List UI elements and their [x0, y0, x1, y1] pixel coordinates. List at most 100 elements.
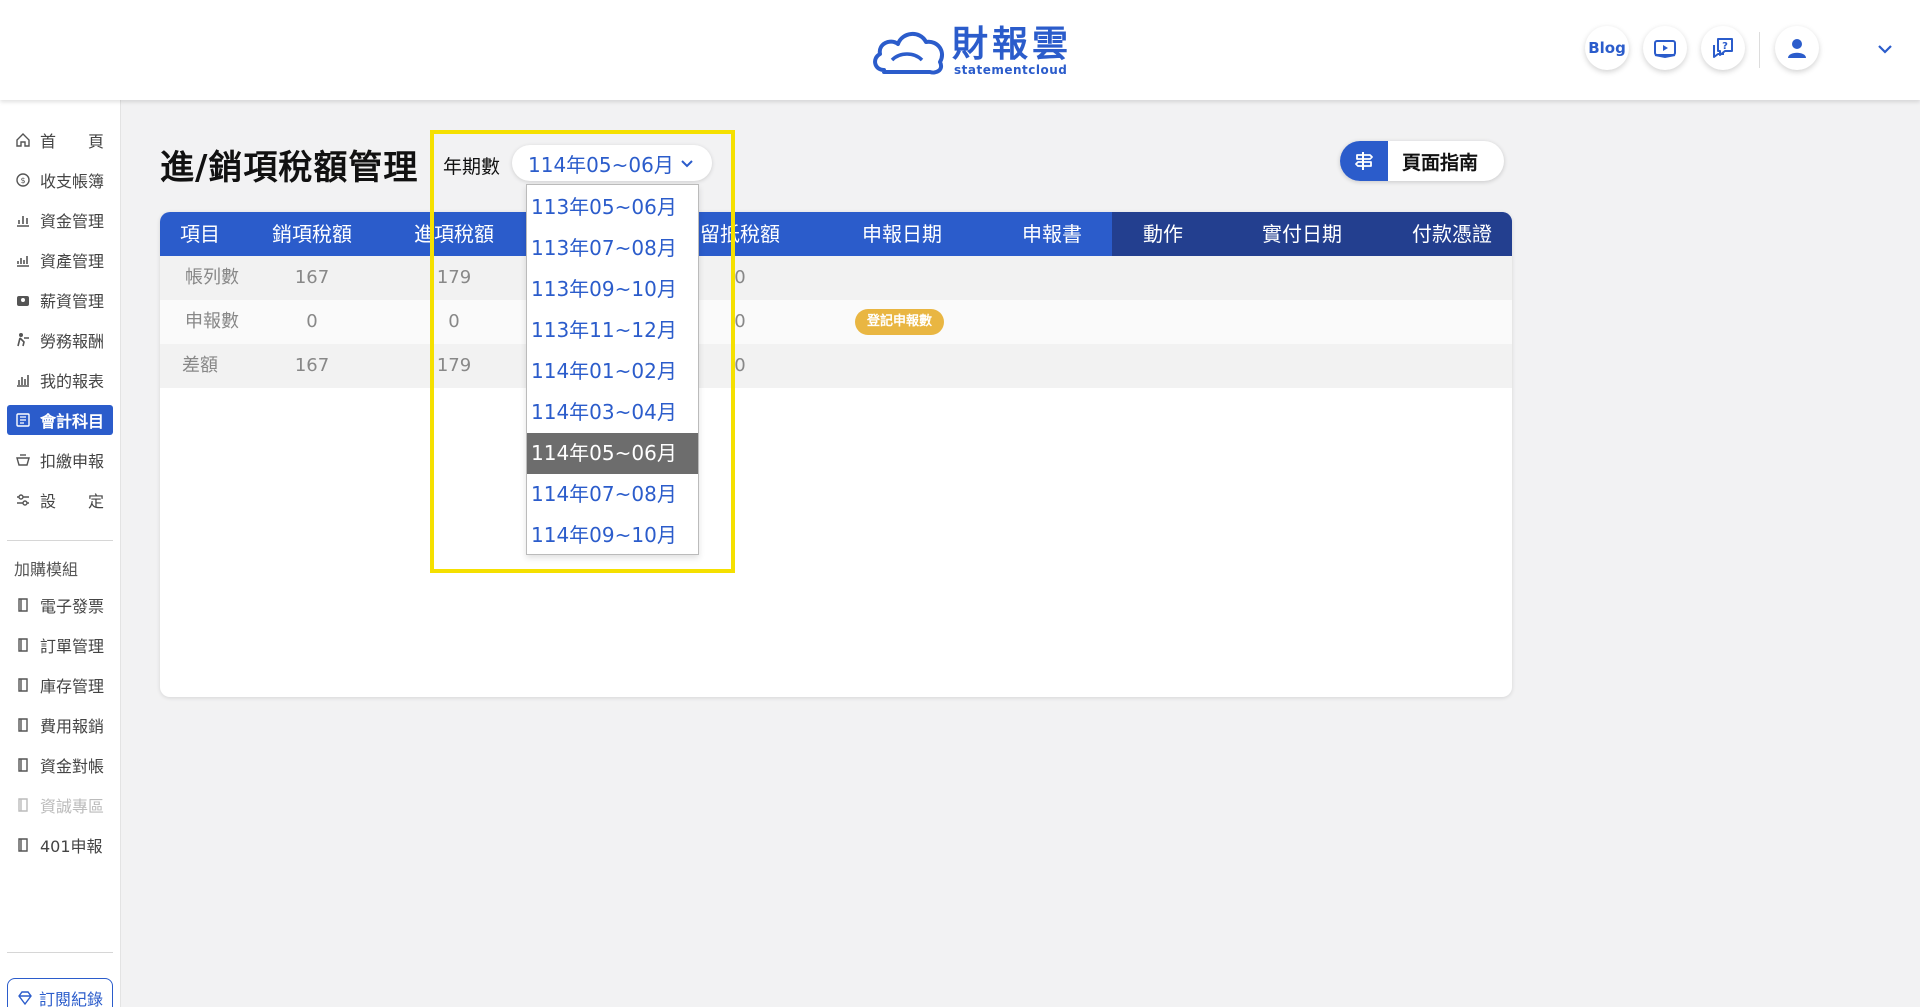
brand-subname: statementcloud: [954, 63, 1068, 77]
cell-input-tax: 0: [448, 311, 460, 332]
sidebar-item-pwc-zone: 資誠專區: [7, 790, 113, 820]
cell-sales-tax: 0: [306, 311, 318, 332]
sidebar-item-label: 勞務報酬: [40, 332, 105, 351]
sidebar-item-assets[interactable]: 資產管理: [7, 245, 113, 275]
col-header-input-tax: 進項稅額: [414, 222, 494, 246]
period-option[interactable]: 113年07~08月: [527, 228, 698, 269]
sidebar-item-label: 資產管理: [40, 252, 105, 271]
sidebar-item-einvoice[interactable]: 電子發票: [7, 590, 113, 620]
blog-button[interactable]: Blog: [1585, 26, 1629, 70]
sidebar-item-funds[interactable]: 資金管理: [7, 205, 113, 235]
sidebar-item-orders[interactable]: 訂單管理: [7, 630, 113, 660]
col-header-item: 項目: [180, 222, 220, 246]
sidebar-item-label: 扣繳申報: [40, 452, 105, 471]
col-header-filing-date: 申報日期: [862, 222, 942, 246]
sidebar-item-ledger[interactable]: $ 收支帳簿: [7, 165, 113, 195]
period-option-selected[interactable]: 114年05~06月: [527, 433, 698, 474]
sidebar-item-label: 費用報銷: [40, 717, 105, 736]
sidebar-item-label: 資金管理: [40, 212, 105, 231]
module-book-icon: [14, 756, 32, 774]
sidebar-item-inventory[interactable]: 庫存管理: [7, 670, 113, 700]
subscription-label: 訂閱紀錄: [38, 990, 103, 1007]
sidebar-item-labor[interactable]: 勞務報酬: [7, 325, 113, 355]
brand-name: 財報雲: [952, 24, 1073, 65]
col-header-sales-tax: 銷項稅額: [272, 222, 352, 246]
withholding-icon: [14, 451, 32, 469]
col-header-paid-date: 實付日期: [1262, 222, 1342, 246]
svg-text:?: ?: [1722, 41, 1728, 52]
sidebar-item-label: 收支帳簿: [40, 172, 105, 191]
table-row: 差額 167 179 0: [160, 344, 1512, 388]
sidebar-item-label: 訂單管理: [40, 637, 105, 656]
sidebar-item-label: 資誠專區: [40, 797, 105, 816]
module-book-icon: [14, 716, 32, 734]
period-option[interactable]: 114年07~08月: [527, 474, 698, 515]
table-row: 帳列數 167 179 0: [160, 256, 1512, 300]
period-label: 年期數: [443, 156, 501, 178]
col-header-action: 動作: [1143, 222, 1183, 246]
svg-text:$: $: [20, 176, 25, 185]
col-header-credit: 留抵稅額: [700, 222, 780, 246]
sidebar-item-accounts[interactable]: 會計科目: [7, 405, 113, 435]
cell-input-tax: 179: [436, 267, 472, 288]
chevron-down-icon[interactable]: [1874, 38, 1896, 60]
sidebar-item-reports[interactable]: 我的報表: [7, 365, 113, 395]
help-chat-icon: ?: [1713, 38, 1733, 58]
sidebar-item-expenses[interactable]: 費用報銷: [7, 710, 113, 740]
period-option[interactable]: 113年05~06月: [527, 187, 698, 228]
sliders-icon: [14, 491, 32, 509]
sidebar-item-reconciliation[interactable]: 資金對帳: [7, 750, 113, 780]
sidebar-item-withholding[interactable]: 扣繳申報: [7, 445, 113, 475]
period-select[interactable]: 114年05~06月: [512, 145, 712, 181]
chevron-down-icon: [681, 160, 693, 168]
period-option[interactable]: 114年09~10月: [527, 515, 698, 556]
sidebar-item-settings[interactable]: 設 定: [7, 485, 113, 515]
help-chat-button[interactable]: ?: [1701, 26, 1745, 70]
register-filing-button[interactable]: 登記申報數: [855, 309, 945, 335]
page-guide-label: 頁面指南: [1402, 151, 1479, 174]
sidebar-item-label: 401申報: [40, 837, 103, 856]
module-book-icon: [14, 596, 32, 614]
sidebar-item-home[interactable]: 首 頁: [7, 125, 113, 155]
sidebar-divider: [7, 952, 113, 953]
video-guide-button[interactable]: [1643, 26, 1687, 70]
video-book-icon: [1654, 40, 1676, 59]
sidebar-item-label: 設 定: [40, 492, 105, 511]
cell-item: 帳列數: [185, 267, 239, 288]
page-guide-button[interactable]: 頁面指南: [1340, 141, 1504, 181]
table-row: 申報數 0 0 0 登記申報數: [160, 300, 1512, 344]
user-avatar-button[interactable]: [1775, 26, 1819, 70]
sidebar-item-401-filing[interactable]: 401申報: [7, 830, 113, 860]
period-option[interactable]: 113年09~10月: [527, 269, 698, 310]
period-dropdown-list: 113年05~06月 113年07~08月 113年09~10月 113年11~…: [526, 184, 699, 555]
cell-credit: 0: [734, 355, 746, 376]
period-option[interactable]: 114年01~02月: [527, 351, 698, 392]
sidebar: 首 頁 $ 收支帳簿 資金管理 資產管理 薪資管理 勞務報酬 我的報表 會計科目…: [0, 100, 121, 1007]
addon-section-title: 加購模組: [14, 560, 79, 579]
sidebar-item-label: 薪資管理: [40, 292, 105, 311]
period-option[interactable]: 114年03~04月: [527, 392, 698, 433]
sidebar-item-label: 首 頁: [40, 132, 105, 151]
brand-logo[interactable]: 財報雲 statementcloud: [870, 24, 1072, 78]
funds-icon: [14, 211, 32, 229]
sidebar-item-payroll[interactable]: 薪資管理: [7, 285, 113, 315]
cell-credit: 0: [734, 267, 746, 288]
blog-label: Blog: [1588, 39, 1626, 57]
cell-sales-tax: 167: [294, 267, 330, 288]
cell-item: 差額: [182, 355, 218, 376]
cell-sales-tax: 167: [294, 355, 330, 376]
sidebar-item-label: 庫存管理: [40, 677, 105, 696]
diamond-icon: [18, 991, 32, 1006]
sidebar-divider: [7, 540, 113, 541]
user-icon: [1788, 39, 1806, 58]
subscription-records-button[interactable]: 訂閱紀錄: [7, 978, 113, 1007]
sidebar-item-label: 資金對帳: [40, 757, 105, 776]
payroll-icon: [14, 291, 32, 309]
period-option[interactable]: 113年11~12月: [527, 310, 698, 351]
table-header: 項目 銷項稅額 進項稅額 留抵稅額 申報日期 申報書 動作 實付日期 付款憑證: [160, 212, 1512, 256]
cloud-logo-icon: [873, 32, 945, 75]
module-book-icon: [14, 676, 32, 694]
sidebar-item-label: 我的報表: [40, 372, 105, 391]
module-book-icon: [14, 796, 32, 814]
col-header-payment-proof: 付款憑證: [1412, 222, 1492, 246]
